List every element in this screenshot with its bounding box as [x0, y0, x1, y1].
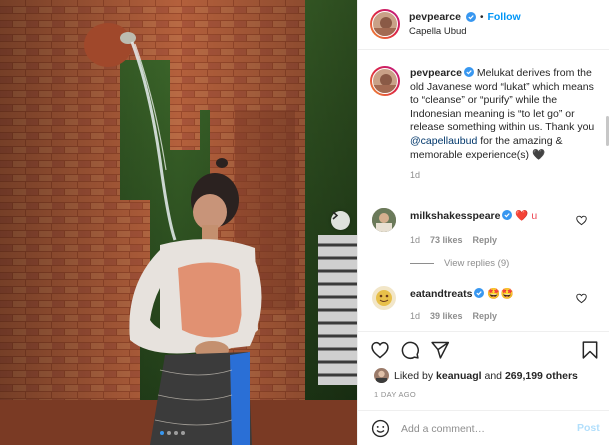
- carousel-dot: [174, 431, 178, 435]
- comment-text: eatandtreats 🤩🤩: [410, 288, 585, 301]
- bookmark-icon[interactable]: [580, 340, 600, 360]
- carousel-dot: [167, 431, 171, 435]
- caption-age[interactable]: 1d: [410, 169, 595, 183]
- post-timestamp[interactable]: 1 DAY AGO: [374, 390, 416, 399]
- post-header: pevpearce • Follow Capella Ubud: [358, 0, 609, 50]
- next-slide-button[interactable]: [331, 211, 350, 230]
- comment-body: 🤩🤩: [487, 288, 514, 300]
- comment-composer: Post: [358, 410, 609, 445]
- view-replies-label: View replies (9): [444, 258, 510, 269]
- likes-count[interactable]: 269,199 others: [505, 370, 578, 382]
- caption-mention-link[interactable]: @capellaubud: [410, 135, 477, 147]
- post-side-panel: pevpearce • Follow Capella Ubud pevpearc…: [357, 0, 609, 445]
- comment-meta: 1d 39 likes Reply: [410, 311, 497, 321]
- comment-likes[interactable]: 73 likes: [430, 235, 463, 245]
- comment-body: ❤️ u: [515, 210, 538, 222]
- heart-icon[interactable]: [370, 340, 390, 360]
- comment-age[interactable]: 1d: [410, 311, 420, 321]
- comment-likes[interactable]: 39 likes: [430, 311, 463, 321]
- avatar-photo: [372, 68, 398, 94]
- view-replies-button[interactable]: View replies (9): [410, 258, 509, 269]
- comment-input[interactable]: [401, 420, 561, 438]
- comment-bubble-icon[interactable]: [400, 340, 420, 360]
- likes-summary: Liked by keanuagl and 269,199 others: [374, 368, 578, 383]
- caption: pevpearce Melukat derives from the old J…: [410, 67, 595, 183]
- verified-badge-icon: [463, 67, 474, 77]
- comments-list[interactable]: pevpearce Melukat derives from the old J…: [358, 50, 609, 331]
- liker-username[interactable]: keanuagl: [436, 370, 482, 382]
- commenter-username[interactable]: eatandtreats: [410, 288, 472, 300]
- carousel-dot: [181, 431, 185, 435]
- post-photo[interactable]: [0, 0, 357, 445]
- divider-line: [410, 263, 434, 264]
- follow-button[interactable]: Follow: [487, 11, 520, 23]
- comment-text: milkshakesspeare ❤️ u: [410, 210, 585, 223]
- post-comment-button[interactable]: Post: [577, 422, 600, 434]
- post-location[interactable]: Capella Ubud: [409, 26, 467, 37]
- liked-by-middle: and: [484, 369, 503, 382]
- separator-dot: •: [479, 11, 484, 23]
- commenter-avatar[interactable]: [372, 208, 396, 232]
- liker-avatar[interactable]: [374, 368, 389, 383]
- caption-author[interactable]: pevpearce: [410, 67, 462, 79]
- comment-like-heart-icon[interactable]: [576, 293, 587, 304]
- verified-badge-icon: [465, 12, 476, 22]
- chevron-right-icon: [332, 211, 339, 220]
- reply-button[interactable]: Reply: [473, 311, 498, 321]
- author-avatar[interactable]: [370, 9, 400, 39]
- carousel-dots: [160, 431, 185, 435]
- comment-meta: 1d 73 likes Reply: [410, 235, 497, 245]
- comment-age[interactable]: 1d: [410, 235, 420, 245]
- commenter-avatar[interactable]: [372, 286, 396, 310]
- carousel-dot: [160, 431, 164, 435]
- reply-button[interactable]: Reply: [473, 235, 498, 245]
- commenter-username[interactable]: milkshakesspeare: [410, 210, 500, 222]
- smiley-icon[interactable]: [371, 419, 390, 438]
- paper-plane-icon[interactable]: [430, 340, 450, 360]
- verified-badge-icon: [502, 210, 513, 220]
- verified-badge-icon: [474, 288, 485, 298]
- black-heart-emoji: 🖤: [531, 148, 546, 161]
- temple-shower-image: [0, 0, 357, 445]
- post-actions: Liked by keanuagl and 269,199 others 1 D…: [358, 331, 609, 445]
- comment-like-heart-icon[interactable]: [576, 215, 587, 226]
- author-username[interactable]: pevpearce: [409, 11, 461, 23]
- liked-by-prefix: Liked by: [394, 369, 434, 382]
- avatar-photo: [372, 11, 398, 37]
- caption-author-avatar[interactable]: [370, 66, 400, 96]
